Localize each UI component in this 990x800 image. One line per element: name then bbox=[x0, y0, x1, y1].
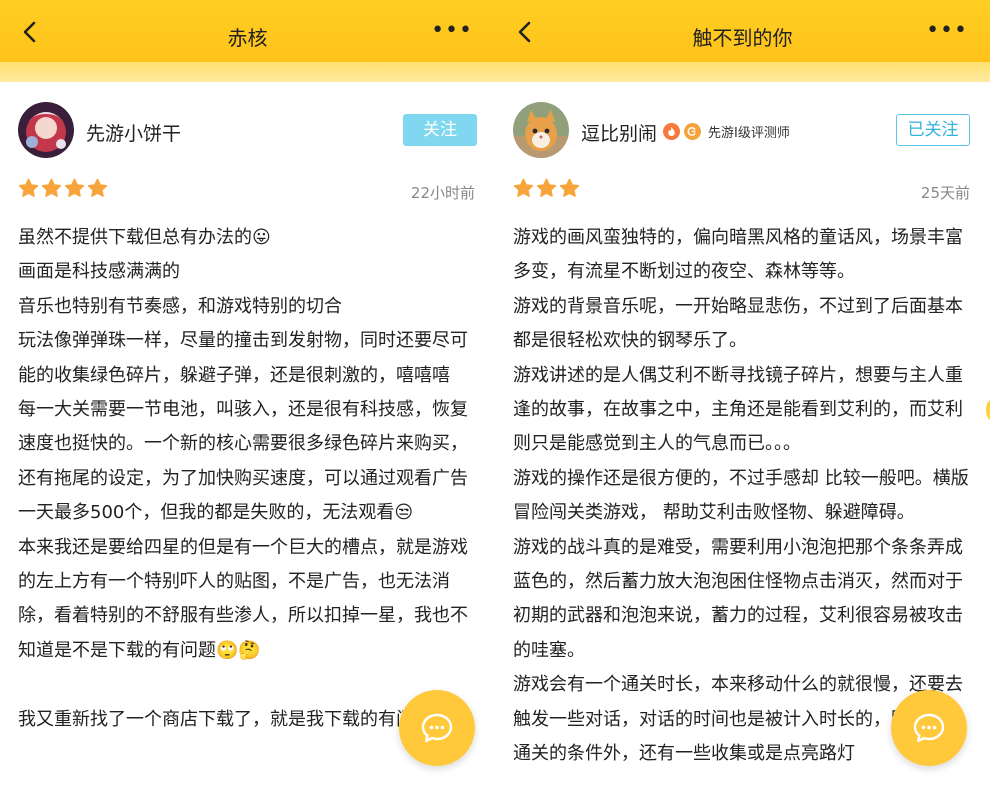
review-paragraph: 虽然不提供下载但总有办法的😛 bbox=[18, 227, 271, 248]
star-icon bbox=[559, 178, 580, 199]
star-icon bbox=[41, 178, 62, 199]
review-paragraph: 游戏的背景音乐呢，一开始略显悲伤，不过到了后面基本都是很轻松欢快的钢琴乐了。 bbox=[513, 295, 963, 352]
avatar[interactable] bbox=[513, 102, 569, 158]
review-paragraph: 游戏的战斗真的是难受，需要利用小泡泡把那个条条弄成蓝色的，然后蓄力放大泡泡困住怪… bbox=[513, 536, 963, 661]
star-icon bbox=[64, 178, 85, 199]
review-paragraph: 游戏讲述的是人偶艾利不断寻找镜子碎片，想要与主人重逢的故事，在故事之中，主角还是… bbox=[513, 364, 963, 455]
comment-fab[interactable] bbox=[399, 690, 475, 766]
more-icon[interactable]: ••• bbox=[431, 20, 473, 42]
star-icon bbox=[18, 178, 39, 199]
rating-stars bbox=[18, 178, 108, 199]
more-icon[interactable]: ••• bbox=[926, 20, 968, 42]
rating-stars bbox=[513, 178, 580, 199]
review-time: 25天前 bbox=[920, 184, 970, 202]
star-icon bbox=[513, 178, 534, 199]
header-band bbox=[0, 62, 495, 82]
review-paragraph: 每一大关需要一节电池，叫骇入，还是很有科技感，恢复速度也挺快的。一个新的核心需要… bbox=[18, 399, 468, 524]
review-paragraph bbox=[18, 668, 480, 702]
fire-badge-icon bbox=[663, 122, 680, 140]
chat-bubble-icon bbox=[421, 713, 453, 743]
review-time: 22小时前 bbox=[410, 184, 475, 202]
review-body: 虽然不提供下载但总有办法的😛 画面是科技感满满的 音乐也特别有节奏感，和游戏特别… bbox=[18, 221, 480, 737]
user-badges: 先游I级评测师 bbox=[663, 122, 790, 141]
followed-button[interactable]: 已关注 bbox=[896, 114, 970, 146]
review-screen-right: 触不到的你 ••• 逗比别闹 先游I级评测师 已关注 25天前 游戏的画风蛮独特… bbox=[495, 0, 990, 800]
review-paragraph: 玩法像弹弹珠一样，尽量的撞击到发射物，同时还要尽可能的收集绿色碎片，躲避子弹，还… bbox=[18, 330, 468, 386]
review-paragraph: 游戏的画风蛮独特的，偏向暗黑风格的童话风，场景丰富多变，有流星不断划过的夜空、森… bbox=[513, 227, 963, 283]
page-title: 触不到的你 bbox=[692, 26, 793, 50]
page-title: 赤核 bbox=[227, 26, 268, 50]
star-icon bbox=[87, 178, 108, 199]
reviewer-badge-label: 先游I级评测师 bbox=[708, 125, 790, 141]
follow-button[interactable]: 关注 bbox=[403, 114, 477, 146]
level-badge-icon bbox=[684, 122, 701, 140]
username[interactable]: 逗比别闹 bbox=[581, 119, 657, 146]
avatar[interactable] bbox=[18, 102, 74, 158]
review-paragraph: 本来我还是要给四星的但是有一个巨大的槽点，就是游戏的左上方有一个特别吓人的贴图，… bbox=[18, 536, 468, 661]
review-paragraph: 音乐也特别有节奏感，和游戏特别的切合 bbox=[18, 295, 342, 317]
review-body: 游戏的画风蛮独特的，偏向暗黑风格的童话风，场景丰富多变，有流星不断划过的夜空、森… bbox=[513, 221, 975, 772]
review-paragraph: 游戏的操作还是很方便的，不过手感却 比较一般吧。横版冒险闯关类游戏， 帮助艾利击… bbox=[513, 467, 969, 524]
review-screen-left: 赤核 ••• 先游小饼干 关注 22小时前 虽然不提供下载但总有办法的😛 画面是… bbox=[0, 0, 495, 800]
review-paragraph: 画面是科技感满满的 bbox=[18, 261, 180, 283]
comment-fab[interactable] bbox=[891, 690, 967, 766]
username[interactable]: 先游小饼干 bbox=[86, 119, 181, 146]
edge-handle bbox=[986, 400, 990, 420]
chat-bubble-icon bbox=[913, 713, 945, 743]
star-icon bbox=[536, 178, 557, 199]
header-band bbox=[495, 62, 990, 82]
